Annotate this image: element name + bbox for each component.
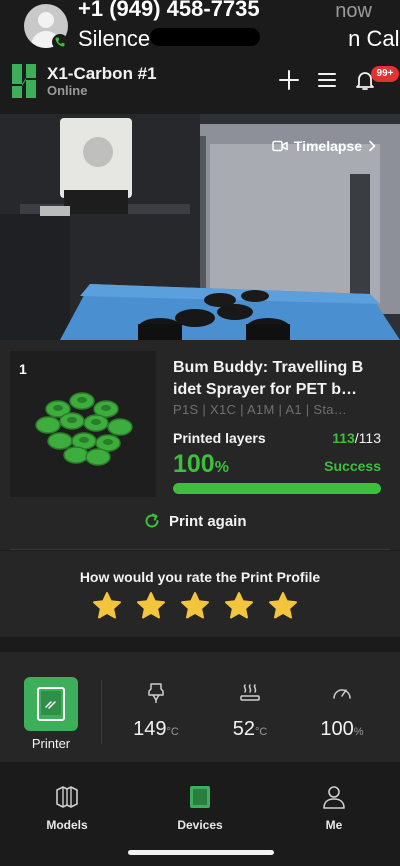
plate-number: 1	[19, 361, 27, 377]
model-preview-image	[35, 392, 133, 466]
bed-temp-value: 52	[232, 718, 255, 740]
app-header: X1-Carbon #1 Online 99+	[0, 56, 400, 112]
star-rating[interactable]	[92, 591, 298, 621]
progress-value: 100	[173, 450, 215, 478]
home-indicator	[128, 850, 274, 855]
compatible-printers: P1S | X1C | A1M | A1 | Sta…	[173, 402, 348, 417]
star-icon[interactable]	[180, 591, 210, 621]
add-icon[interactable]	[277, 68, 301, 92]
layers-current: 113	[332, 430, 355, 446]
divider	[10, 549, 390, 550]
me-icon	[323, 786, 345, 809]
printed-layers-label: Printed layers	[173, 430, 266, 446]
layers-total: /113	[354, 430, 381, 446]
bambu-logo-icon	[12, 64, 36, 98]
printer-label: Printer	[31, 736, 71, 751]
rating-question: How would you rate the Print Profile	[79, 569, 321, 585]
video-camera-icon	[272, 140, 288, 152]
bed-temperature[interactable]: 52°C	[214, 682, 286, 741]
star-icon[interactable]	[92, 591, 122, 621]
caller-number: +1 (949) 458-7735	[78, 0, 260, 21]
timelapse-label: Timelapse	[293, 138, 362, 154]
nav-models[interactable]: Models	[27, 784, 107, 832]
camera-feed[interactable]: Timelapse	[0, 114, 400, 340]
print-again-label: Print again	[169, 512, 247, 530]
progress-bar	[173, 483, 381, 494]
printer-status-panel: Printer 149°C 52°C 100%	[0, 652, 400, 762]
progress-percent: 100%	[173, 450, 229, 479]
printer-control-button[interactable]	[24, 677, 78, 731]
menu-icon[interactable]	[315, 68, 339, 92]
nav-me-label: Me	[325, 818, 343, 832]
model-title[interactable]: Bum Buddy: Travelling B idet Sprayer for…	[173, 357, 385, 401]
printer-icon	[37, 687, 65, 721]
notification-badge: 99+	[371, 66, 399, 82]
nozzle-icon	[148, 683, 164, 703]
printed-layers-value: 113/113	[332, 430, 381, 446]
nav-devices[interactable]: Devices	[160, 784, 240, 832]
print-again-button[interactable]: Print again	[143, 512, 247, 530]
phone-icon	[52, 34, 68, 50]
nav-devices-label: Devices	[177, 818, 223, 832]
rating-section: How would you rate the Print Profile	[0, 551, 400, 637]
nozzle-temp-unit: °C	[166, 726, 179, 738]
chevron-right-icon	[369, 140, 376, 152]
device-online-status: Online	[47, 83, 88, 98]
fan-speed[interactable]: 100%	[306, 682, 378, 741]
star-icon[interactable]	[268, 591, 298, 621]
progress-unit: %	[214, 459, 229, 476]
devices-icon	[190, 786, 210, 808]
nav-me[interactable]: Me	[294, 784, 374, 832]
redaction-bar	[150, 28, 260, 46]
job-status-text: Success	[324, 458, 381, 474]
vertical-divider	[101, 680, 102, 744]
print-job-card: 1 Bum Buddy: Travelling B idet Sprayer f…	[0, 340, 400, 550]
bed-temp-unit: °C	[254, 726, 268, 738]
nozzle-temp-value: 149	[133, 718, 167, 740]
star-icon[interactable]	[224, 591, 254, 621]
nav-models-label: Models	[46, 818, 88, 832]
fan-speed-unit: %	[353, 726, 364, 738]
star-icon[interactable]	[136, 591, 166, 621]
speed-gauge-icon	[333, 689, 351, 699]
timelapse-button[interactable]: Timelapse	[272, 138, 376, 154]
model-thumbnail[interactable]: 1	[10, 351, 156, 497]
fan-speed-value: 100	[320, 718, 354, 740]
models-icon	[56, 786, 78, 808]
heatbed-icon	[240, 684, 260, 701]
call-time: now	[335, 0, 372, 22]
refresh-icon	[145, 513, 159, 528]
progress-bar-fill	[173, 483, 381, 494]
nozzle-temperature[interactable]: 149°C	[120, 682, 192, 741]
device-name[interactable]: X1-Carbon #1	[47, 64, 157, 84]
incoming-call-banner[interactable]: +1 (949) 458-7735 Silence n Call now	[0, 0, 400, 56]
